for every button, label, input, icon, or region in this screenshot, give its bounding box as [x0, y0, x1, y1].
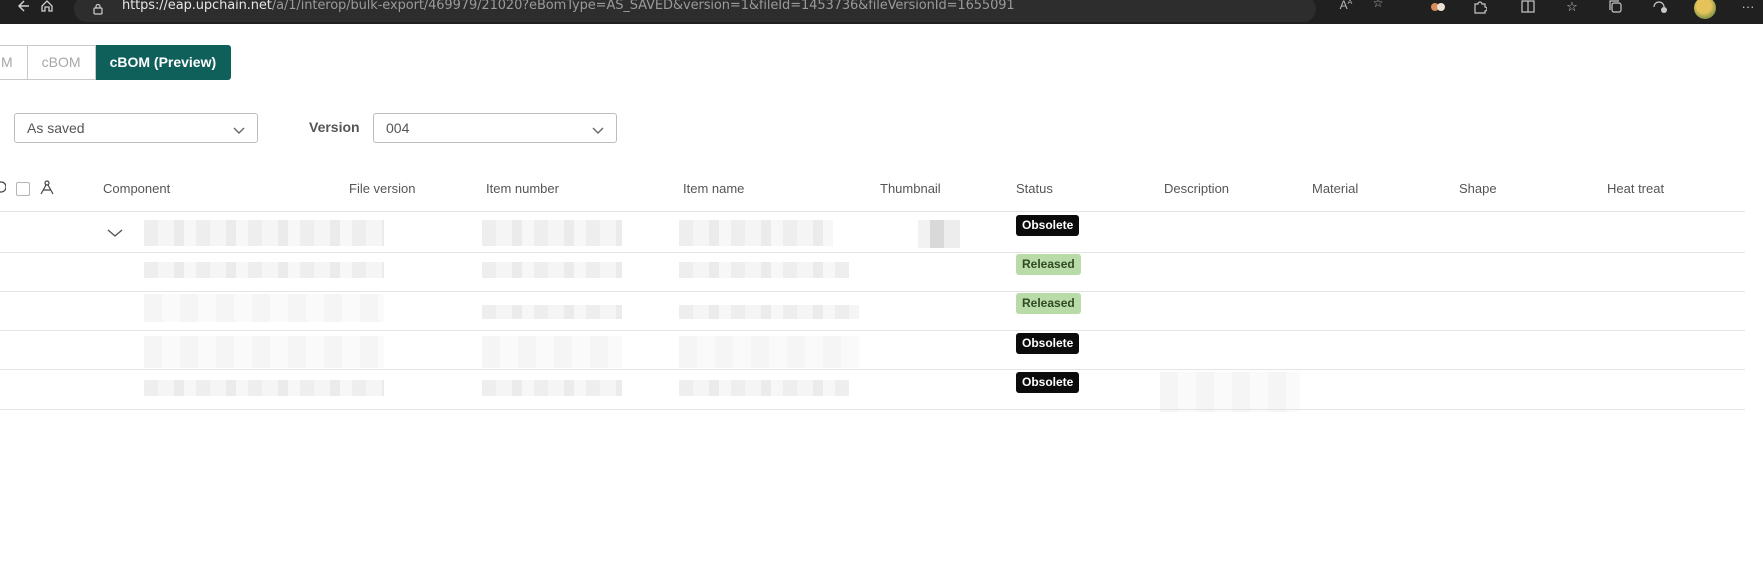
bom-tab-group: M cBOM cBOM (Preview)	[0, 45, 232, 80]
redacted-component	[144, 336, 384, 368]
column-header-item-name[interactable]: Item name	[683, 181, 744, 196]
status-badge: Obsolete	[1016, 215, 1080, 236]
profile-avatar[interactable]	[1694, 0, 1716, 19]
redacted-component	[144, 294, 384, 322]
column-header-component[interactable]: Component	[103, 181, 170, 196]
redacted-item-name	[679, 262, 849, 278]
redacted-item-number	[482, 305, 622, 319]
redacted-component	[144, 220, 384, 246]
column-header-item-number[interactable]: Item number	[486, 181, 559, 196]
url-path: /a/1/interop/bulk-export/469979/21020?eB…	[271, 0, 1015, 13]
bom-type-select[interactable]: As saved	[14, 113, 258, 143]
collections-icon[interactable]	[1606, 0, 1626, 16]
redacted-item-number	[482, 380, 622, 396]
status-badge: Released	[1016, 293, 1081, 314]
version-value: 004	[386, 120, 410, 136]
bom-type-value: As saved	[27, 120, 85, 136]
chevron-down-icon	[233, 123, 245, 134]
tab-cbom[interactable]: cBOM	[27, 45, 96, 80]
row-divider	[0, 369, 1745, 370]
column-header-material[interactable]: Material	[1312, 181, 1358, 196]
redacted-item-number	[482, 336, 622, 368]
more-icon[interactable]: ···	[1738, 0, 1758, 16]
lock-icon[interactable]	[92, 2, 104, 15]
redacted-item-name	[679, 220, 833, 246]
redacted-item-name	[679, 380, 849, 396]
column-header-status[interactable]: Status	[1016, 181, 1053, 196]
row-divider	[0, 291, 1745, 292]
column-header-file-version[interactable]: File version	[349, 181, 415, 196]
refresh-icon[interactable]	[0, 180, 7, 199]
version-select[interactable]: 004	[373, 113, 617, 143]
column-header-description[interactable]: Description	[1164, 181, 1229, 196]
expand-chevron-icon[interactable]	[107, 225, 123, 243]
read-aloud-icon[interactable]: AA	[1336, 0, 1356, 12]
column-settings-icon[interactable]	[39, 180, 55, 201]
back-icon[interactable]	[14, 0, 32, 16]
row-divider	[0, 252, 1745, 253]
tab-cbom-preview[interactable]: cBOM (Preview)	[95, 45, 232, 80]
redacted-item-name	[679, 336, 859, 368]
split-screen-icon[interactable]	[1518, 0, 1538, 16]
tab-ebom[interactable]: M	[0, 45, 28, 80]
select-all-checkbox[interactable]	[16, 182, 30, 201]
address-bar[interactable]: https://eap.upchain.net/a/1/interop/bulk…	[74, 0, 1383, 22]
version-label: Version	[309, 119, 360, 135]
url-host: https://eap.upchain.net	[122, 0, 272, 13]
puzzle-icon[interactable]	[1470, 0, 1490, 16]
header-divider	[0, 211, 1745, 212]
favorite-star-icon[interactable]: ☆	[1368, 0, 1388, 12]
column-header-shape[interactable]: Shape	[1459, 181, 1497, 196]
row-divider	[0, 409, 1745, 410]
browser-toolbar: https://eap.upchain.net/a/1/interop/bulk…	[0, 0, 1763, 24]
performance-icon[interactable]	[1650, 0, 1670, 16]
status-badge: Obsolete	[1016, 333, 1080, 354]
status-badge: Released	[1016, 254, 1081, 275]
row-divider	[0, 330, 1745, 331]
thumbnail-image[interactable]	[918, 220, 960, 248]
redacted-item-number	[482, 220, 622, 246]
column-header-heat-treat[interactable]: Heat treat	[1607, 181, 1664, 196]
column-header-thumbnail[interactable]: Thumbnail	[880, 181, 941, 196]
home-icon[interactable]	[38, 0, 56, 16]
chevron-down-icon	[592, 123, 604, 134]
extension-icon[interactable]	[1428, 0, 1448, 16]
redacted-component	[144, 262, 384, 278]
redacted-description	[1160, 372, 1300, 412]
url-text[interactable]: https://eap.upchain.net/a/1/interop/bulk…	[122, 0, 1015, 13]
favorites-list-icon[interactable]: ☆	[1562, 0, 1582, 16]
redacted-component	[144, 380, 384, 396]
status-badge: Obsolete	[1016, 372, 1080, 393]
redacted-item-name	[679, 305, 859, 319]
redacted-item-number	[482, 262, 622, 278]
